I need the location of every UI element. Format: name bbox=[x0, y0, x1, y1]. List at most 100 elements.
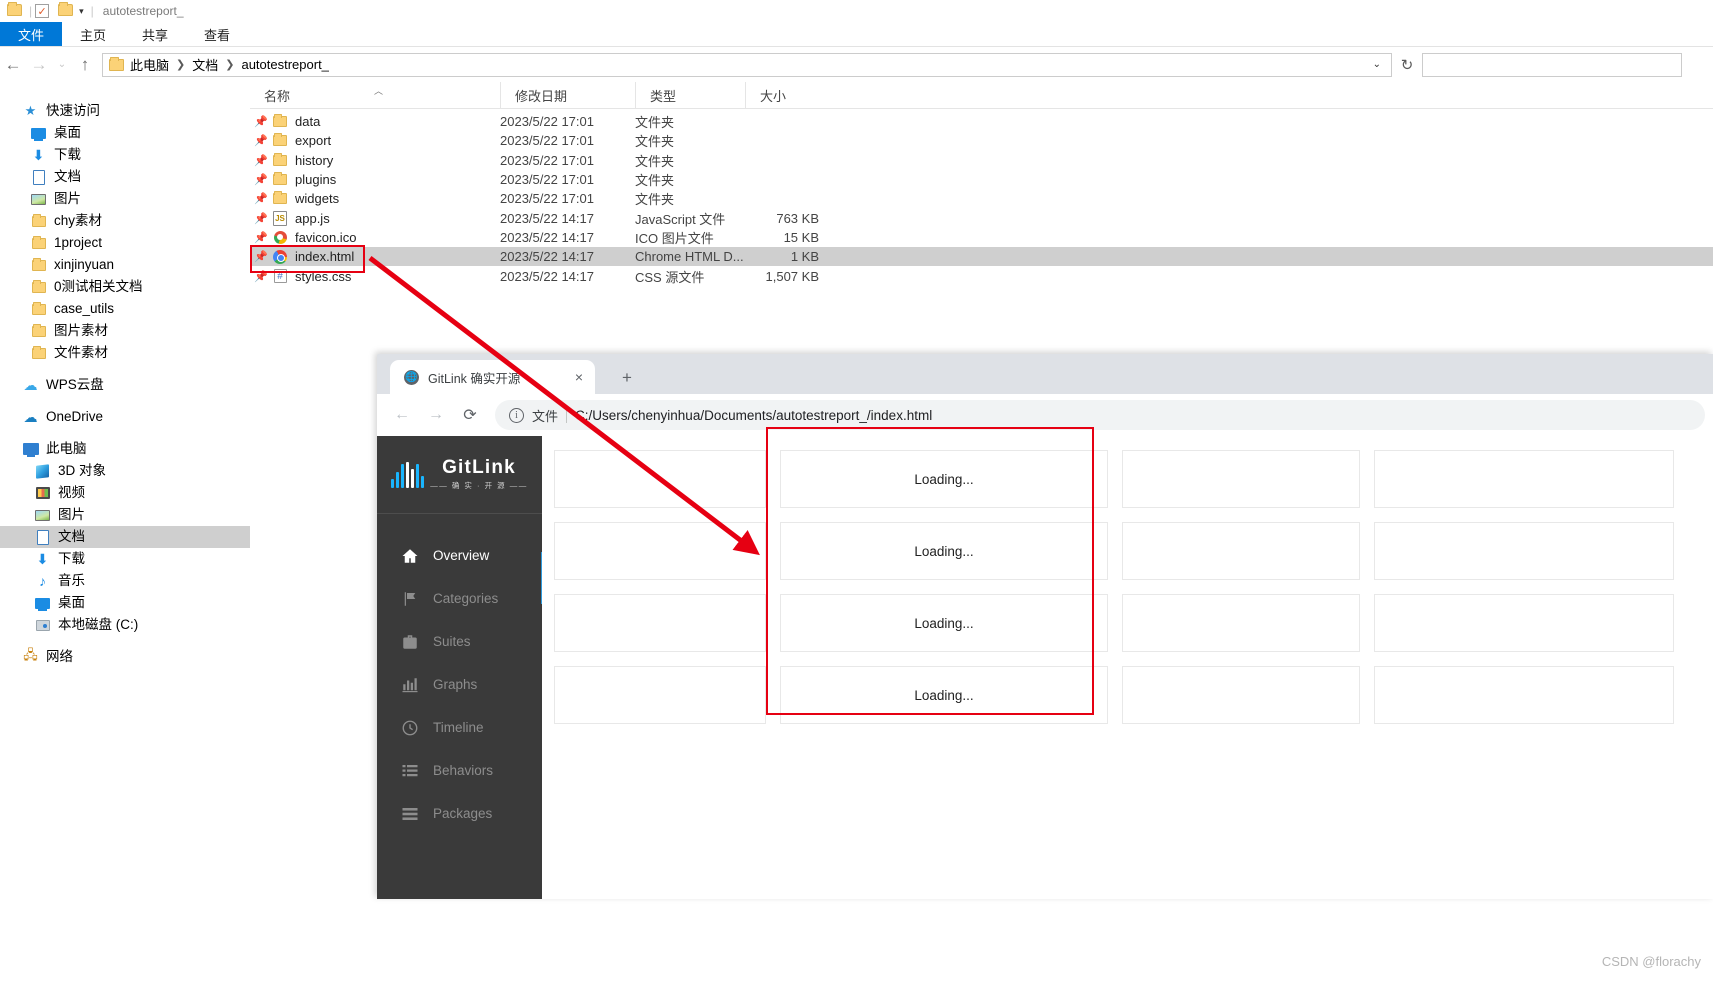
tree-item-label: chy素材 bbox=[54, 213, 103, 229]
breadcrumb[interactable]: 此电脑 ❯ 文档 ❯ autotestreport_ ⌄ bbox=[102, 52, 1392, 77]
tree-item-label: 桌面 bbox=[58, 595, 85, 611]
table-row[interactable]: 📌 history 2023/5/22 17:01 文件夹 bbox=[250, 151, 1713, 170]
tree-item-1project[interactable]: 1project bbox=[0, 232, 250, 254]
table-row[interactable]: 📌 export 2023/5/22 17:01 文件夹 bbox=[250, 131, 1713, 150]
tree-item-downloads[interactable]: ⬇ 下载 bbox=[0, 144, 250, 166]
column-header-size[interactable]: 大小 bbox=[745, 81, 820, 109]
tree-item-chy-material[interactable]: chy素材 bbox=[0, 210, 250, 232]
column-header-type[interactable]: 类型 bbox=[635, 81, 745, 109]
tree-item-this-pc[interactable]: 此电脑 bbox=[0, 438, 250, 460]
folder-icon bbox=[30, 345, 47, 361]
file-name-cell: plugins bbox=[272, 172, 500, 187]
forward-button[interactable]: → bbox=[26, 55, 52, 75]
file-date: 2023/5/22 17:01 bbox=[500, 133, 594, 149]
gitlink-logo: GitLink —— 确 实 · 开 源 —— bbox=[377, 436, 542, 514]
close-icon[interactable]: × bbox=[571, 369, 587, 385]
stat-card bbox=[1374, 522, 1674, 580]
tree-item-xinjinyuan[interactable]: xinjinyuan bbox=[0, 254, 250, 276]
tree-item-label: 下载 bbox=[58, 551, 85, 567]
sidebar-item-overview[interactable]: Overview bbox=[377, 534, 542, 577]
file-name-cell: widgets bbox=[272, 191, 500, 206]
omnibox-scheme-label: 文件 bbox=[532, 408, 559, 424]
table-row[interactable]: 📌 data 2023/5/22 17:01 文件夹 bbox=[250, 112, 1713, 131]
javascript-file-icon: JS bbox=[272, 210, 288, 226]
tree-item-label: 图片 bbox=[54, 191, 81, 207]
table-row[interactable]: 📌 widgets 2023/5/22 17:01 文件夹 bbox=[250, 189, 1713, 208]
tree-item-network[interactable]: 🖧 网络 bbox=[0, 646, 250, 668]
tree-item-music[interactable]: ♪ 音乐 bbox=[0, 570, 250, 592]
table-row[interactable]: 📌 JS app.js 2023/5/22 14:17 JavaScript 文… bbox=[250, 208, 1713, 227]
new-tab-button[interactable]: + bbox=[615, 366, 639, 390]
file-list-rows: 📌 data 2023/5/22 17:01 文件夹 📌 export 2023… bbox=[250, 109, 1713, 286]
table-row-index-html[interactable]: 📌 index.html 2023/5/22 14:17 Chrome HTML… bbox=[250, 247, 1713, 267]
table-row[interactable]: 📌 plugins 2023/5/22 17:01 文件夹 bbox=[250, 170, 1713, 189]
breadcrumb-item-1[interactable]: 文档 bbox=[192, 55, 218, 74]
tree-item-onedrive[interactable]: ☁ OneDrive bbox=[0, 406, 250, 428]
sidebar-item-packages[interactable]: Packages bbox=[377, 792, 542, 835]
chrome-browser-window: 🌐 GitLink 确实开源 × + ← → ⟳ i 文件 C:/Users/c… bbox=[377, 354, 1713, 899]
tree-item-documents-pc[interactable]: 文档 bbox=[0, 526, 250, 548]
sidebar-item-graphs[interactable]: Graphs bbox=[377, 663, 542, 706]
browser-reload-button[interactable]: ⟳ bbox=[455, 400, 485, 430]
file-size: 1 KB bbox=[790, 249, 819, 265]
browser-tab[interactable]: 🌐 GitLink 确实开源 × bbox=[390, 360, 595, 394]
tree-item-desktop[interactable]: 桌面 bbox=[0, 122, 250, 144]
recent-locations-button[interactable]: ⌄ bbox=[52, 59, 72, 70]
tree-item-documents[interactable]: 文档 bbox=[0, 166, 250, 188]
tab-view[interactable]: 查看 bbox=[186, 22, 248, 46]
tree-item-label: 3D 对象 bbox=[58, 463, 107, 479]
sidebar-item-behaviors[interactable]: Behaviors bbox=[377, 749, 542, 792]
tree-item-local-disk-c[interactable]: 本地磁盘 (C:) bbox=[0, 614, 250, 636]
chevron-down-icon[interactable]: ⌄ bbox=[1373, 59, 1387, 70]
sidebar-item-timeline[interactable]: Timeline bbox=[377, 706, 542, 749]
browser-back-button[interactable]: ← bbox=[387, 400, 417, 430]
picture-icon bbox=[30, 191, 47, 207]
breadcrumb-item-2[interactable]: autotestreport_ bbox=[241, 57, 328, 72]
new-folder-icon[interactable] bbox=[58, 2, 74, 18]
column-header-date[interactable]: 修改日期 bbox=[500, 81, 635, 109]
tree-item-file-material[interactable]: 文件素材 bbox=[0, 342, 250, 364]
gitlink-page: GitLink —— 确 实 · 开 源 —— Overview Categor… bbox=[377, 436, 1713, 899]
tree-item-pictures[interactable]: 图片 bbox=[0, 188, 250, 210]
refresh-button[interactable]: ↻ bbox=[1392, 56, 1422, 74]
document-icon bbox=[30, 169, 47, 185]
table-row[interactable]: 📌 # styles.css 2023/5/22 14:17 CSS 源文件 1… bbox=[250, 266, 1713, 285]
tree-item-label: 图片 bbox=[58, 507, 85, 523]
tree-item-pictures-pc[interactable]: 图片 bbox=[0, 504, 250, 526]
file-name-cell: favicon.ico bbox=[272, 230, 500, 245]
tree-item-3d-objects[interactable]: 3D 对象 bbox=[0, 460, 250, 482]
file-date: 2023/5/22 17:01 bbox=[500, 152, 594, 168]
sidebar-item-suites[interactable]: Suites bbox=[377, 620, 542, 663]
sidebar-item-categories[interactable]: Categories bbox=[377, 577, 542, 620]
tree-item-quick-access[interactable]: ★ 快速访问 bbox=[0, 100, 250, 122]
up-button[interactable]: ↑ bbox=[72, 55, 98, 75]
sidebar-item-label: Graphs bbox=[433, 677, 478, 692]
tree-item-wps-cloud[interactable]: ☁ WPS云盘 bbox=[0, 374, 250, 396]
tree-item-picture-material[interactable]: 图片素材 bbox=[0, 320, 250, 342]
briefcase-icon bbox=[401, 633, 419, 651]
column-header-name[interactable]: 名称 ︿ bbox=[250, 82, 500, 109]
tree-item-downloads-pc[interactable]: ⬇ 下载 bbox=[0, 548, 250, 570]
info-icon[interactable]: i bbox=[509, 407, 524, 423]
tree-item-test-docs[interactable]: 0测试相关文档 bbox=[0, 276, 250, 298]
file-date: 2023/5/22 17:01 bbox=[500, 172, 594, 188]
tree-item-case-utils[interactable]: case_utils bbox=[0, 298, 250, 320]
tree-item-desktop-pc[interactable]: 桌面 bbox=[0, 592, 250, 614]
table-row[interactable]: 📌 favicon.ico 2023/5/22 14:17 ICO 图片文件 1… bbox=[250, 228, 1713, 247]
tab-home[interactable]: 主页 bbox=[62, 22, 124, 46]
tab-share[interactable]: 共享 bbox=[124, 22, 186, 46]
tree-item-videos[interactable]: 视频 bbox=[0, 482, 250, 504]
back-button[interactable]: ← bbox=[0, 55, 26, 75]
browser-forward-button[interactable]: → bbox=[421, 400, 451, 430]
breadcrumb-item-0[interactable]: 此电脑 bbox=[130, 55, 169, 74]
omnibox[interactable]: i 文件 C:/Users/chenyinhua/Documents/autot… bbox=[495, 400, 1705, 430]
customize-caret-icon[interactable]: ▾ bbox=[79, 6, 84, 17]
search-input[interactable] bbox=[1422, 52, 1682, 77]
gitlink-brand-name: GitLink bbox=[442, 457, 516, 478]
properties-icon[interactable]: ✓ bbox=[35, 4, 50, 18]
navigation-tree: ★ 快速访问 桌面 ⬇ 下载 文档 图片 chy素材 1project xinj… bbox=[0, 82, 250, 981]
tab-file[interactable]: 文件 bbox=[0, 22, 63, 46]
file-type: JavaScript 文件 bbox=[635, 211, 726, 227]
chrome-file-icon bbox=[272, 249, 288, 264]
